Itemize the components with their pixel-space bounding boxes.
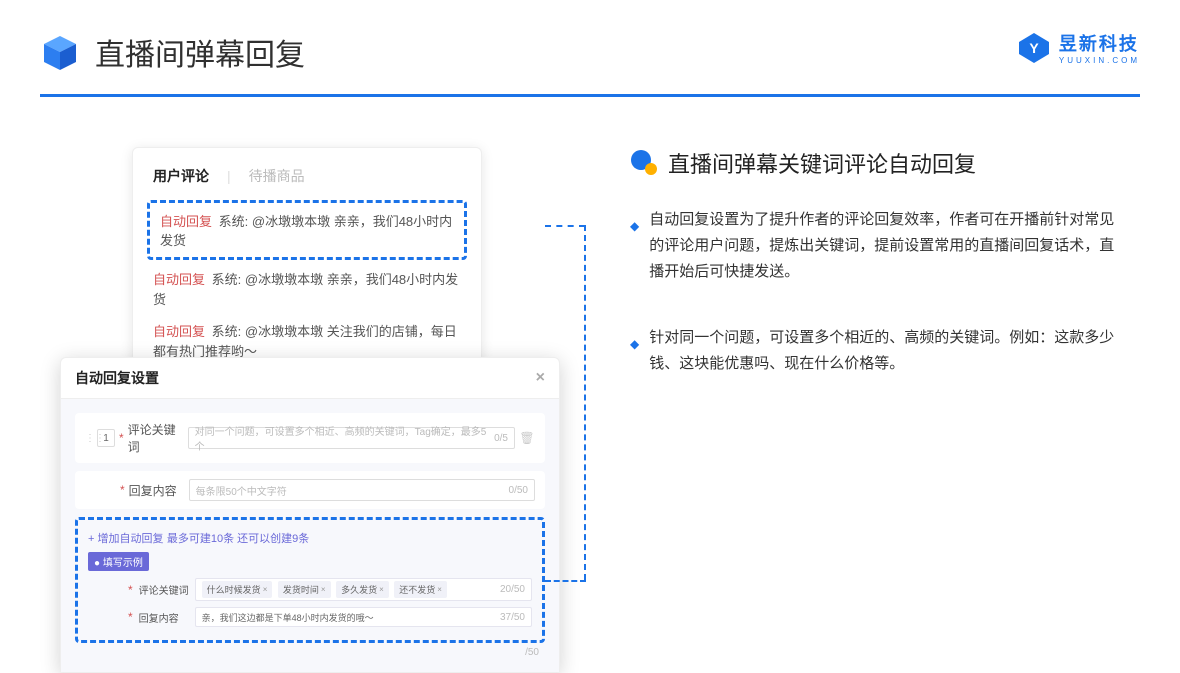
content-placeholder: 每条限50个中文字符 — [196, 483, 287, 498]
slide-header: 直播间弹幕回复 — [0, 0, 1180, 84]
brand-domain: YUUXIN.COM — [1059, 57, 1140, 65]
section-header: 直播间弹幕关键词评论自动回复 — [630, 147, 1120, 179]
drag-handle-icon[interactable]: ⋮⋮ — [85, 433, 93, 444]
keyword-placeholder: 对同一个问题，可设置多个相近、高频的关键词，Tag确定，最多5个 — [195, 423, 494, 453]
tag-chip[interactable]: 多久发货× — [336, 581, 389, 598]
example-content-counter: 37/50 — [500, 612, 525, 623]
system-label: 系统: — [212, 272, 242, 287]
cube-icon — [40, 32, 80, 72]
bullet-text: 自动回复设置为了提升作者的评论回复效率，作者可在开播前针对常见的评论用户问题，提… — [649, 207, 1120, 285]
auto-reply-settings-modal: 自动回复设置 × ⋮⋮ 1 * 评论关键词 对同一个问题，可设置多个相近、高频的… — [60, 357, 560, 673]
content-input[interactable]: 每条限50个中文字符 0/50 — [189, 479, 535, 501]
example-content-value: 亲，我们这边都是下单48小时内发货的哦～ — [202, 611, 374, 624]
add-hint: 最多可建10条 还可以创建9条 — [167, 533, 309, 545]
connector-line — [545, 225, 585, 227]
example-keyword-label: 评论关键词 — [139, 582, 189, 597]
brand-logo-group: Y 昱新科技 YUUXIN.COM — [1017, 30, 1140, 65]
required-star: * — [128, 583, 133, 597]
tag-chip[interactable]: 什么时候发货× — [202, 581, 273, 598]
bullet-text: 针对同一个问题，可设置多个相近的、高频的关键词。例如：这款多少钱、这块能优惠吗、… — [649, 325, 1120, 377]
example-keyword-row: * 评论关键词 什么时候发货× 发货时间× 多久发货× 还不发货× 20/50 — [88, 575, 532, 604]
main-area: 用户评论 | 待播商品 自动回复 系统: @冰墩墩本墩 亲亲，我们48小时内发货… — [0, 97, 1180, 417]
highlighted-comment: 自动回复 系统: @冰墩墩本墩 亲亲，我们48小时内发货 — [147, 200, 467, 260]
content-counter: 0/50 — [509, 485, 528, 496]
connector-line — [545, 580, 586, 582]
row-index: 1 — [97, 429, 115, 447]
modal-title: 自动回复设置 — [75, 368, 159, 388]
example-content-row: * 回复内容 亲，我们这边都是下单48小时内发货的哦～ 37/50 — [88, 604, 532, 630]
content-row: * 回复内容 每条限50个中文字符 0/50 — [75, 471, 545, 509]
comments-card: 用户评论 | 待播商品 自动回复 系统: @冰墩墩本墩 亲亲，我们48小时内发货… — [132, 147, 482, 383]
tag-chip[interactable]: 还不发货× — [394, 581, 447, 598]
auto-reply-tag: 自动回复 — [153, 272, 205, 287]
example-group: + 增加自动回复 最多可建10条 还可以创建9条 ● 填写示例 * 评论关键词 … — [75, 517, 545, 643]
auto-reply-tag: 自动回复 — [160, 214, 212, 229]
tag-chip[interactable]: 发货时间× — [278, 581, 331, 598]
modal-header: 自动回复设置 × — [61, 358, 559, 399]
example-keyword-input[interactable]: 什么时候发货× 发货时间× 多久发货× 还不发货× 20/50 — [195, 578, 532, 601]
content-label: 回复内容 — [129, 482, 185, 499]
tab-user-comments[interactable]: 用户评论 — [153, 166, 209, 186]
keyword-input[interactable]: 对同一个问题，可设置多个相近、高频的关键词，Tag确定，最多5个 0/5 — [188, 427, 515, 449]
required-star: * — [120, 483, 125, 497]
section-title: 直播间弹幕关键词评论自动回复 — [668, 147, 976, 179]
brand-name: 昱新科技 — [1059, 30, 1140, 56]
required-star: * — [119, 431, 124, 445]
svg-text:Y: Y — [1029, 40, 1039, 56]
system-label: 系统: — [212, 324, 242, 339]
left-column: 用户评论 | 待播商品 自动回复 系统: @冰墩墩本墩 亲亲，我们48小时内发货… — [60, 147, 560, 417]
comments-tabs: 用户评论 | 待播商品 — [153, 166, 461, 186]
tab-separator: | — [227, 168, 231, 184]
keyword-row: ⋮⋮ 1 * 评论关键词 对同一个问题，可设置多个相近、高频的关键词，Tag确定… — [75, 413, 545, 463]
auto-reply-tag: 自动回复 — [153, 324, 205, 339]
right-column: 直播间弹幕关键词评论自动回复 ◆ 自动回复设置为了提升作者的评论回复效率，作者可… — [630, 147, 1120, 417]
bullet-item: ◆ 针对同一个问题，可设置多个相近的、高频的关键词。例如：这款多少钱、这块能优惠… — [630, 325, 1120, 377]
delete-icon[interactable]: 🗑 — [519, 431, 535, 445]
example-content-input[interactable]: 亲，我们这边都是下单48小时内发货的哦～ 37/50 — [195, 607, 532, 627]
keyword-counter: 0/5 — [494, 433, 508, 444]
add-auto-reply-link[interactable]: + 增加自动回复 最多可建10条 还可以创建9条 — [88, 530, 532, 546]
diamond-icon: ◆ — [630, 213, 639, 285]
system-label: 系统: — [219, 214, 249, 229]
chat-bubbles-icon — [630, 149, 658, 177]
tag-list: 什么时候发货× 发货时间× 多久发货× 还不发货× — [202, 581, 450, 598]
brand-logo-icon: Y — [1017, 31, 1051, 65]
connector-line — [584, 225, 586, 580]
example-kw-counter: 20/50 — [500, 584, 525, 595]
example-content-label: 回复内容 — [139, 610, 189, 625]
keyword-label: 评论关键词 — [128, 421, 184, 455]
bullet-item: ◆ 自动回复设置为了提升作者的评论回复效率，作者可在开播前针对常见的评论用户问题… — [630, 207, 1120, 285]
required-star: * — [128, 610, 133, 624]
modal-body: ⋮⋮ 1 * 评论关键词 对同一个问题，可设置多个相近、高频的关键词，Tag确定… — [61, 399, 559, 672]
diamond-icon: ◆ — [630, 331, 639, 377]
close-icon[interactable]: × — [536, 369, 545, 387]
comment-row: 自动回复 系统: @冰墩墩本墩 亲亲，我们48小时内发货 — [153, 264, 461, 316]
example-badge: ● 填写示例 — [88, 552, 149, 571]
outer-counter: /50 — [75, 643, 545, 658]
tab-pending-goods[interactable]: 待播商品 — [249, 166, 305, 186]
page-title: 直播间弹幕回复 — [95, 30, 305, 74]
